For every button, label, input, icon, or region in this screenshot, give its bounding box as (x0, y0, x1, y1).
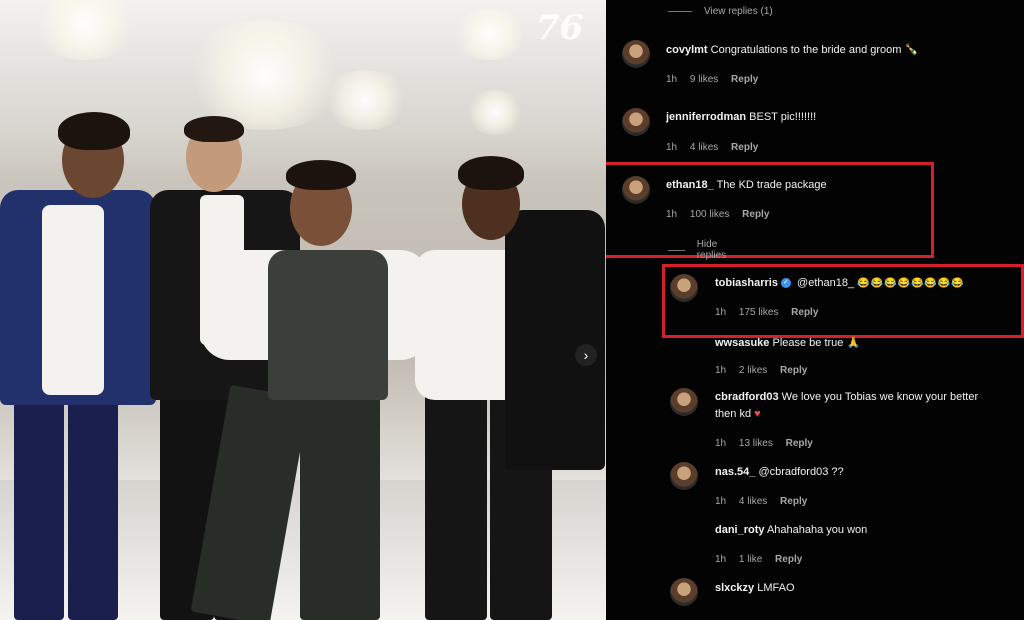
comment-text: ?? (831, 466, 844, 478)
comment-text: 😂😂😂😂😂😂😂😂 (857, 278, 965, 289)
chandelier (465, 90, 525, 135)
comment-time: 1h (715, 307, 727, 318)
comment-time: 1h (715, 438, 727, 449)
avatar[interactable] (670, 462, 698, 490)
comment-time: 1h (666, 209, 678, 220)
post-photo: 76 › (0, 0, 606, 620)
comment-time: 1h (666, 142, 678, 153)
avatar[interactable] (622, 40, 650, 68)
avatar[interactable] (622, 176, 650, 204)
avatar[interactable] (670, 578, 698, 606)
view-replies-label: View replies (1) (704, 6, 773, 17)
view-replies-button[interactable]: View replies (1) (668, 6, 773, 17)
mention-link[interactable]: @cbradford03 (758, 466, 828, 478)
hide-replies-button[interactable]: Hide replies (668, 239, 733, 261)
comment-text: Congratulations to the bride and groom 🍾 (710, 44, 919, 56)
comment-time: 1h (715, 496, 727, 507)
comment-text: The KD trade package (716, 179, 827, 191)
comment-time: 1h (715, 365, 727, 376)
reply-button[interactable]: Reply (742, 209, 769, 220)
comment-likes[interactable]: 1 like (739, 554, 762, 565)
comment-likes[interactable]: 2 likes (739, 365, 767, 376)
comment-text: We love you Tobias we know your better (781, 391, 979, 403)
comment-text: BEST pic!!!!!!! (749, 111, 817, 123)
comment-text: Ahahahaha you won (766, 524, 868, 536)
hide-replies-label: Hide replies (696, 239, 727, 261)
comment-username[interactable]: tobiasharris (715, 277, 778, 289)
team-logo-watermark: 76 (536, 8, 584, 48)
comment-likes[interactable]: 13 likes (739, 438, 773, 449)
comment-username[interactable]: wwsasuke (715, 337, 769, 349)
comment-likes[interactable]: 9 likes (690, 74, 718, 85)
next-image-button[interactable]: › (575, 344, 597, 366)
mention-link[interactable]: @ethan18_ (797, 277, 854, 289)
reply-button[interactable]: Reply (775, 554, 802, 565)
comment-likes[interactable]: 4 likes (690, 142, 718, 153)
verified-badge-icon: ✓ (780, 278, 791, 289)
comment-username[interactable]: slxckzy (715, 582, 754, 594)
reply-button[interactable]: Reply (780, 365, 807, 376)
comment-likes[interactable]: 175 likes (739, 307, 778, 318)
comment-likes[interactable]: 100 likes (690, 209, 729, 220)
comment-text: LMFAO (757, 582, 795, 594)
comment-username[interactable]: nas.54_ (715, 466, 755, 478)
chandelier (450, 10, 530, 60)
avatar[interactable] (622, 108, 650, 136)
reply-button[interactable]: Reply (791, 307, 818, 318)
comment-time: 1h (715, 554, 727, 565)
comment-username[interactable]: ethan18_ (666, 179, 714, 191)
comment-username[interactable]: dani_roty (715, 524, 765, 536)
divider-line (668, 11, 692, 12)
chandelier (320, 70, 410, 130)
comment-likes[interactable]: 4 likes (739, 496, 767, 507)
comment-username[interactable]: jenniferrodman (666, 111, 746, 123)
heart-icon: ♥ (754, 408, 761, 420)
divider-line (668, 249, 685, 251)
chevron-right-icon: › (583, 347, 589, 363)
reply-button[interactable]: Reply (731, 142, 758, 153)
comments-panel: View replies (1) covylmt Congratulations… (606, 0, 1024, 620)
comment-username[interactable]: cbradford03 (715, 391, 779, 403)
reply-button[interactable]: Reply (786, 438, 813, 449)
reply-button[interactable]: Reply (780, 496, 807, 507)
avatar[interactable] (670, 388, 698, 416)
comment-time: 1h (666, 74, 678, 85)
reply-button[interactable]: Reply (731, 74, 758, 85)
comment-username[interactable]: covylmt (666, 44, 708, 56)
comment-text-continued: then kd (715, 408, 752, 420)
comment-text: Please be true 🙏 (772, 337, 861, 349)
highlight-box (662, 264, 1024, 338)
avatar[interactable] (670, 274, 698, 302)
